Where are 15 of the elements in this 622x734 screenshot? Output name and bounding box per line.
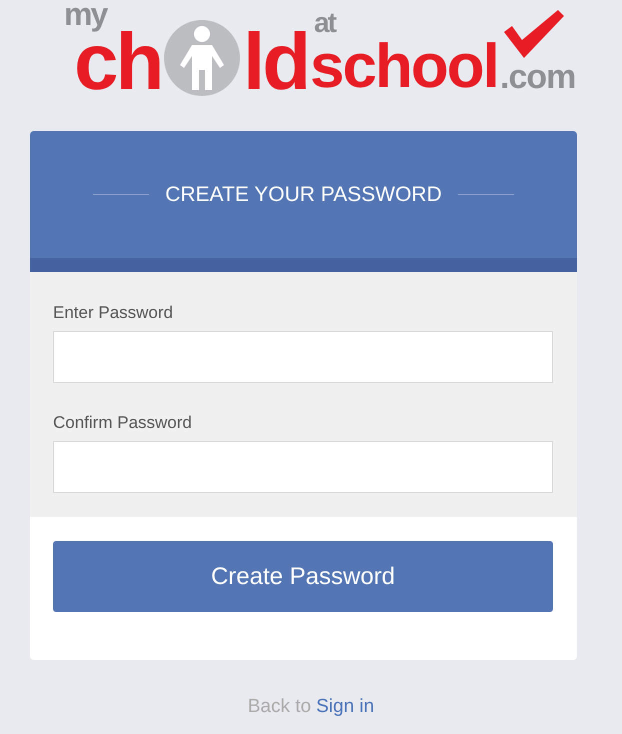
create-password-button[interactable]: Create Password	[53, 541, 553, 612]
footer-text: Back to	[248, 696, 312, 718]
card-title: CREATE YOUR PASSWORD	[165, 182, 442, 206]
checkmark-icon	[502, 8, 566, 60]
password-field[interactable]	[53, 441, 553, 493]
logo-text: ld	[243, 30, 308, 94]
logo-text: ch	[74, 30, 162, 94]
circle-figure-icon	[162, 18, 242, 98]
sign-in-link[interactable]: Sign in	[316, 696, 374, 718]
field-label: Enter Password	[53, 303, 174, 323]
field-label: Confirm Password	[53, 413, 193, 433]
password-field[interactable]	[53, 331, 553, 383]
logo-text: school	[310, 42, 498, 92]
logo-text: at	[314, 12, 335, 34]
logo-text: .com	[500, 64, 576, 92]
